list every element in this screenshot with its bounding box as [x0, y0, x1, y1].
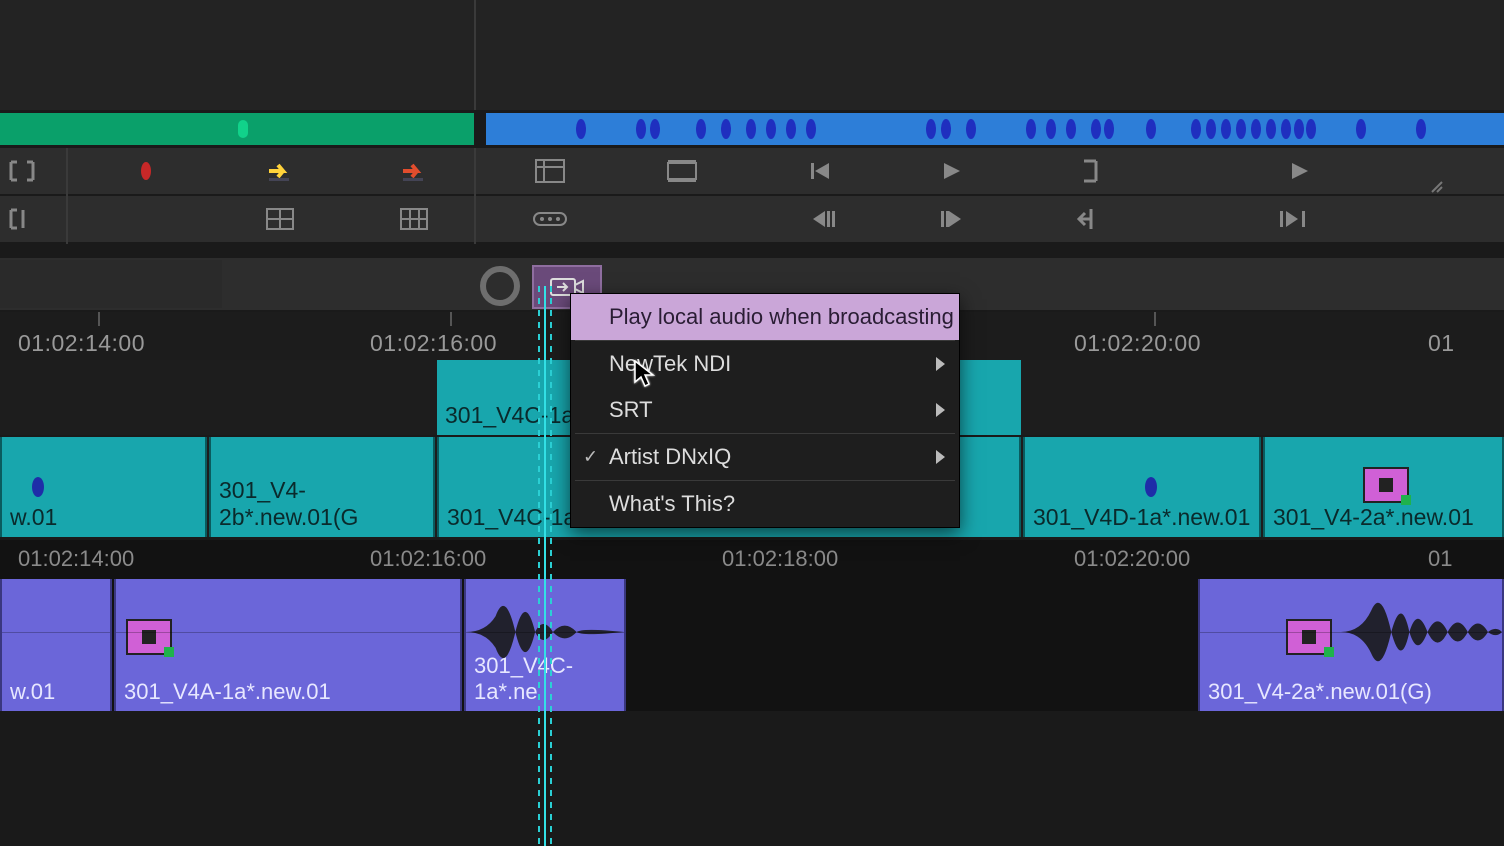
clip-label: 301_V4-2b*.new.01(G — [219, 477, 433, 537]
ruler-label: 01:02:18:00 — [722, 546, 838, 572]
go-to-out-icon[interactable] — [1062, 204, 1106, 234]
toolbar-divider — [474, 148, 476, 244]
go-forward-red-icon[interactable] — [392, 156, 436, 186]
grid-3x3-icon[interactable] — [392, 204, 436, 234]
video-clip[interactable]: 301_V4-2b*.new.01(G — [209, 437, 435, 537]
record-button[interactable] — [480, 266, 520, 306]
audio-clip[interactable]: 301_V4C-1a*.ne — [464, 579, 626, 711]
ruler-label: 01:02:16:00 — [370, 330, 497, 357]
mark-out-icon[interactable] — [1068, 156, 1112, 186]
play-icon[interactable] — [930, 156, 974, 186]
toolbar-divider — [66, 148, 68, 244]
menu-item-play-local-audio[interactable]: Play local audio when broadcasting — [571, 294, 959, 340]
menu-item-newtek-ndi[interactable]: NewTek NDI — [571, 341, 959, 387]
resize-corner-icon[interactable] — [1415, 172, 1459, 202]
loop-icon[interactable] — [528, 204, 572, 234]
step-back-icon[interactable] — [800, 156, 844, 186]
mark-in-out-icon[interactable] — [0, 156, 44, 186]
video-clip[interactable]: 301_V4D-1a*.new.01 — [1023, 437, 1261, 537]
clip-label: 301_V4-2a*.new.01 — [1273, 504, 1474, 537]
ruler-label: 01:02:20:00 — [1074, 330, 1201, 357]
go-forward-yellow-icon[interactable] — [258, 156, 302, 186]
audio-clip[interactable]: 301_V4-2a*.new.01(G) — [1198, 579, 1504, 711]
play-to-out-icon[interactable] — [1272, 204, 1316, 234]
mark-clip-icon[interactable] — [0, 204, 44, 234]
film-icon[interactable] — [660, 156, 704, 186]
rec-label-well — [0, 260, 222, 308]
play-forward-icon[interactable] — [1278, 156, 1322, 186]
record-marker-icon[interactable] — [124, 156, 168, 186]
clip-label: 301_V4D-1a*.new.01 — [1033, 504, 1250, 537]
audio-clip[interactable]: 301_V4A-1a*.new.01 — [114, 579, 462, 711]
ruler-label: 01:02:16:00 — [370, 546, 486, 572]
broadcast-context-menu: Play local audio when broadcasting NewTe… — [570, 293, 960, 528]
menu-item-srt[interactable]: SRT — [571, 387, 959, 433]
ruler-label: 01 — [1428, 546, 1452, 572]
ruler-label: 01:02:14:00 — [18, 546, 134, 572]
grid-2x2-icon[interactable] — [258, 204, 302, 234]
source-track-blue[interactable] — [486, 113, 1504, 145]
menu-item-artist-dnxiq[interactable]: Artist DNxIQ — [571, 434, 959, 480]
timeline-ruler-bottom[interactable]: 01:02:14:00 01:02:16:00 01:02:18:00 01:0… — [0, 540, 1504, 580]
upper-panel — [0, 0, 1504, 110]
menu-item-whats-this[interactable]: What's This? — [571, 481, 959, 527]
video-clip[interactable]: 301_V4-2a*.new.01 — [1263, 437, 1504, 537]
effect-badge-icon[interactable] — [1363, 467, 1409, 503]
frame-forward-icon[interactable] — [930, 204, 974, 234]
frame-back-icon[interactable] — [800, 204, 844, 234]
clip-label: 301_V4C-1a* — [445, 402, 583, 435]
video-clip[interactable]: w.01 — [0, 437, 207, 537]
ruler-label: 01:02:20:00 — [1074, 546, 1190, 572]
clip-label: w.01 — [10, 504, 57, 537]
audio-track-a1[interactable]: w.01 301_V4A-1a*.new.01 301_V4C-1a*.ne 3… — [0, 579, 1504, 711]
ruler-label: 01:02:14:00 — [18, 330, 145, 357]
audio-clip[interactable]: w.01 — [0, 579, 112, 711]
ruler-label: 01 — [1428, 330, 1455, 357]
source-track-green[interactable] — [0, 113, 474, 145]
layout-grid-icon[interactable] — [528, 156, 572, 186]
panel-divider — [474, 0, 476, 110]
